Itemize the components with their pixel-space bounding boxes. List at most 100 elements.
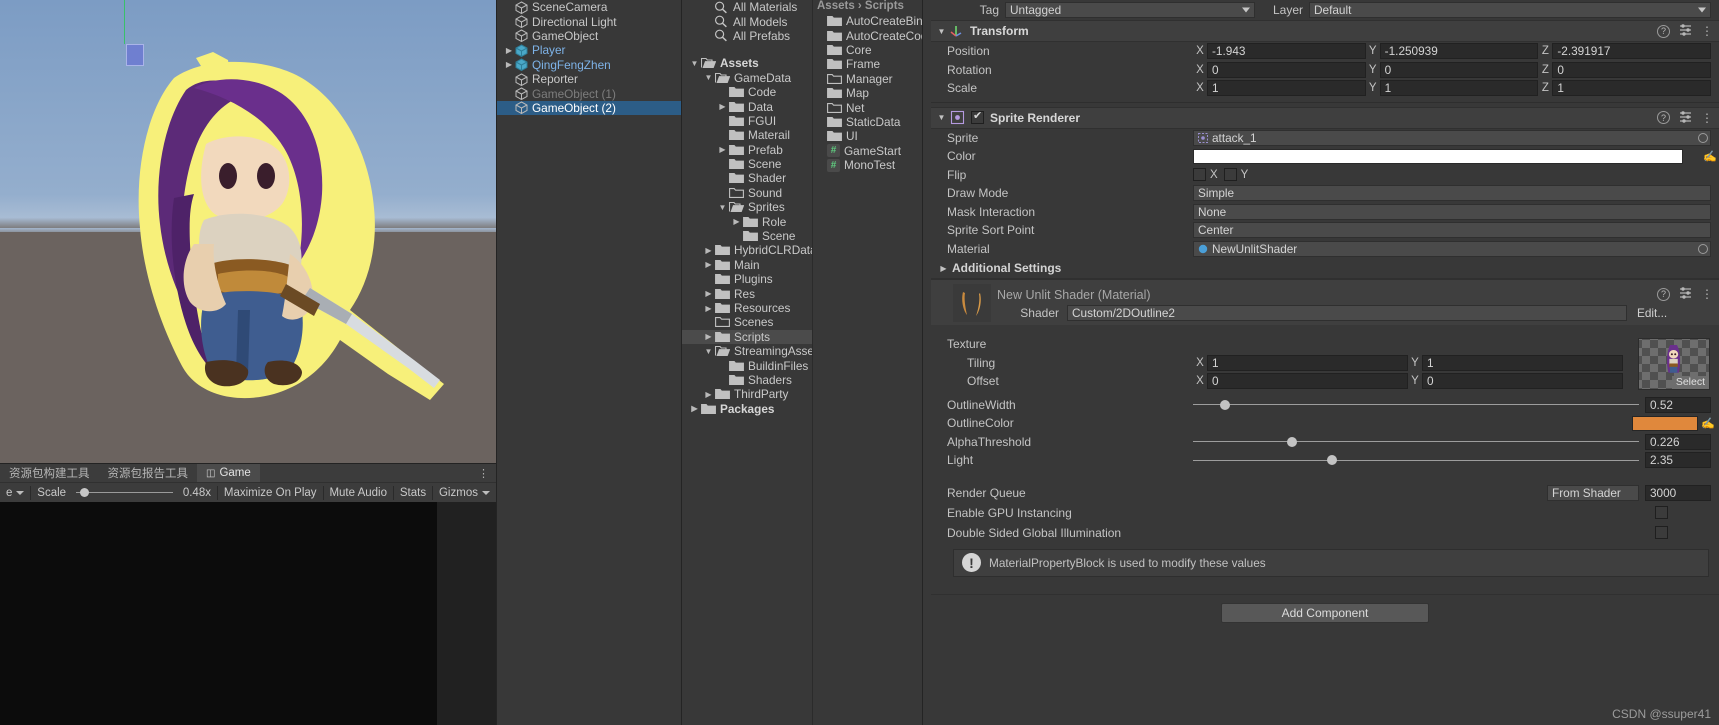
expand-arrow-icon[interactable]: ▶ [503, 46, 515, 55]
texture-select-button[interactable]: Select [1671, 376, 1709, 389]
asset-item-ui[interactable]: UI [813, 129, 922, 143]
sprite-sort-point-dropdown[interactable]: Center [1193, 222, 1711, 239]
scale-slider[interactable] [76, 486, 173, 500]
slider-knob[interactable] [1286, 436, 1297, 447]
outline-color-swatch[interactable] [1632, 415, 1698, 431]
transform-rotation-z-input[interactable]: 0 [1552, 61, 1712, 78]
flip-x-checkbox[interactable] [1193, 168, 1206, 182]
transform-rotation-x-input[interactable]: 0 [1207, 61, 1366, 78]
eyedropper-icon[interactable]: ✍ [1703, 150, 1717, 163]
scene-view[interactable] [0, 0, 496, 463]
object-picker-icon[interactable] [1698, 132, 1708, 143]
tab-asset-report-tool[interactable]: 资源包报告工具 [99, 464, 198, 483]
hierarchy-item-directional-light[interactable]: ▶ Directional Light [497, 14, 681, 29]
asset-item-map[interactable]: Map [813, 86, 922, 100]
maximize-on-play-button[interactable]: Maximize On Play [218, 483, 323, 503]
transform-scale-x-input[interactable]: 1 [1207, 80, 1366, 97]
transform-scale-y-input[interactable]: 1 [1379, 80, 1539, 97]
asset-item-autocreatebind[interactable]: AutoCreateBind [813, 14, 922, 28]
additional-settings-row[interactable]: ▶ Additional Settings [931, 258, 1719, 278]
draw-mode-dropdown[interactable]: Simple [1193, 185, 1711, 202]
material-object-field[interactable]: NewUnlitShader [1193, 240, 1711, 257]
expand-arrow-icon[interactable]: ▶ [716, 145, 729, 154]
object-picker-icon[interactable] [1698, 243, 1708, 254]
asset-item-autocreatecod[interactable]: AutoCreateCod [813, 28, 922, 43]
preset-icon[interactable] [1679, 286, 1692, 302]
expand-arrow-icon[interactable]: ▶ [702, 304, 715, 313]
render-queue-value[interactable]: 3000 [1645, 484, 1711, 501]
mask-interaction-dropdown[interactable]: None [1193, 203, 1711, 220]
sprite-renderer-enabled-checkbox[interactable]: ✔ [971, 110, 984, 124]
tab-asset-build-tool[interactable]: 资源包构建工具 [0, 464, 99, 483]
foldout-arrow-icon[interactable]: ▼ [935, 27, 948, 36]
tiling-x-input[interactable]: 1 [1207, 354, 1408, 371]
expand-arrow-icon[interactable]: ▶ [730, 217, 743, 226]
component-header-icons[interactable]: ? ⋮ [1657, 286, 1713, 302]
offset-x-input[interactable]: 0 [1207, 373, 1408, 390]
expand-arrow-icon[interactable]: ▶ [716, 102, 729, 111]
asset-item-manager[interactable]: Manager [813, 72, 922, 86]
panel-menu-icon[interactable]: ⋮ [478, 467, 496, 480]
inspector-panel[interactable]: Tag Untagged Layer Default ▼ Transform ?… [922, 0, 1719, 725]
collapse-arrow-icon[interactable]: ▼ [702, 73, 715, 82]
expand-arrow-icon[interactable]: ▶ [702, 246, 715, 255]
transform-component-header[interactable]: ▼ Transform ? ⋮ [931, 20, 1719, 42]
slider-knob[interactable] [1326, 455, 1337, 466]
tiling-y-input[interactable]: 1 [1422, 354, 1623, 371]
collapse-arrow-icon[interactable]: ▼ [702, 347, 715, 356]
shader-edit-button[interactable]: Edit... [1637, 306, 1667, 320]
layer-dropdown[interactable]: Default [1309, 2, 1711, 18]
asset-item-monotest[interactable]: # MonoTest [813, 158, 922, 172]
more-options-icon[interactable]: ⋮ [1701, 25, 1713, 37]
expand-arrow-icon[interactable]: ▶ [503, 60, 515, 69]
outline-width-slider[interactable] [1193, 397, 1639, 413]
gpu-instancing-checkbox[interactable] [1655, 506, 1668, 519]
foldout-arrow-icon[interactable]: ▶ [937, 264, 950, 273]
transform-position-y-input[interactable]: -1.250939 [1379, 43, 1539, 60]
material-inspector-header[interactable]: New Unlit Shader (Material) Shader Custo… [931, 279, 1719, 325]
more-options-icon[interactable]: ⋮ [1701, 112, 1713, 124]
asset-item-frame[interactable]: Frame [813, 57, 922, 71]
transform-position-z-input[interactable]: -2.391917 [1552, 43, 1712, 60]
gizmos-button[interactable]: Gizmos [433, 483, 496, 503]
light-slider[interactable] [1193, 452, 1639, 468]
expand-arrow-icon[interactable]: ▶ [688, 404, 701, 413]
alpha-threshold-value[interactable]: 0.226 [1645, 433, 1711, 450]
eyedropper-icon[interactable]: ✍ [1701, 417, 1715, 430]
sprite-object-field[interactable]: attack_1 [1193, 129, 1711, 146]
preset-icon[interactable] [1679, 23, 1692, 39]
slider-knob[interactable] [80, 488, 90, 497]
offset-y-input[interactable]: 0 [1422, 373, 1623, 390]
hierarchy-panel[interactable]: ▶ SceneCamera ▶ Directional Light ▶ GameObjec… [496, 0, 681, 725]
shader-dropdown[interactable]: Custom/2DOutline2 [1067, 305, 1627, 321]
game-view-toolbar[interactable]: e Scale 0.48x Maximize On Play Mute Audi… [0, 482, 496, 502]
component-header-icons[interactable]: ? ⋮ [1657, 110, 1713, 126]
asset-item-net[interactable]: Net [813, 100, 922, 115]
hierarchy-item-gameobject-1[interactable]: ▶ GameObject (1) [497, 86, 681, 101]
expand-arrow-icon[interactable]: ▶ [702, 260, 715, 269]
asset-item-staticdata[interactable]: StaticData [813, 115, 922, 129]
mute-audio-button[interactable]: Mute Audio [323, 483, 393, 503]
expand-arrow-icon[interactable]: ▶ [702, 289, 715, 298]
game-view-canvas[interactable] [0, 502, 437, 725]
help-icon[interactable]: ? [1657, 287, 1670, 301]
scene-view-tabbar[interactable]: 资源包构建工具 资源包报告工具 ◫ Game ⋮ [0, 463, 496, 483]
outline-width-value[interactable]: 0.52 [1645, 396, 1711, 413]
collapse-arrow-icon[interactable]: ▼ [688, 59, 701, 68]
render-queue-mode-dropdown[interactable]: From Shader [1547, 484, 1639, 501]
transform-position-x-input[interactable]: -1.943 [1207, 43, 1366, 60]
add-component-button[interactable]: Add Component [1221, 603, 1429, 623]
help-icon[interactable]: ? [1657, 24, 1670, 38]
alpha-threshold-slider[interactable] [1193, 434, 1639, 450]
hierarchy-item-gameobject-2[interactable]: ▶ GameObject (2) [497, 100, 681, 116]
stats-button[interactable]: Stats [394, 483, 432, 503]
display-dropdown[interactable]: e [0, 483, 30, 503]
flip-y-checkbox[interactable] [1223, 168, 1237, 182]
double-sided-gi-checkbox[interactable] [1655, 526, 1668, 539]
color-swatch[interactable] [1193, 148, 1683, 164]
transform-rotation-y-input[interactable]: 0 [1379, 61, 1539, 78]
hierarchy-item-scenecamera[interactable]: ▶ SceneCamera [497, 0, 681, 14]
hierarchy-item-reporter[interactable]: ▶ Reporter [497, 72, 681, 86]
preset-icon[interactable] [1679, 110, 1692, 126]
light-value[interactable]: 2.35 [1645, 452, 1711, 469]
